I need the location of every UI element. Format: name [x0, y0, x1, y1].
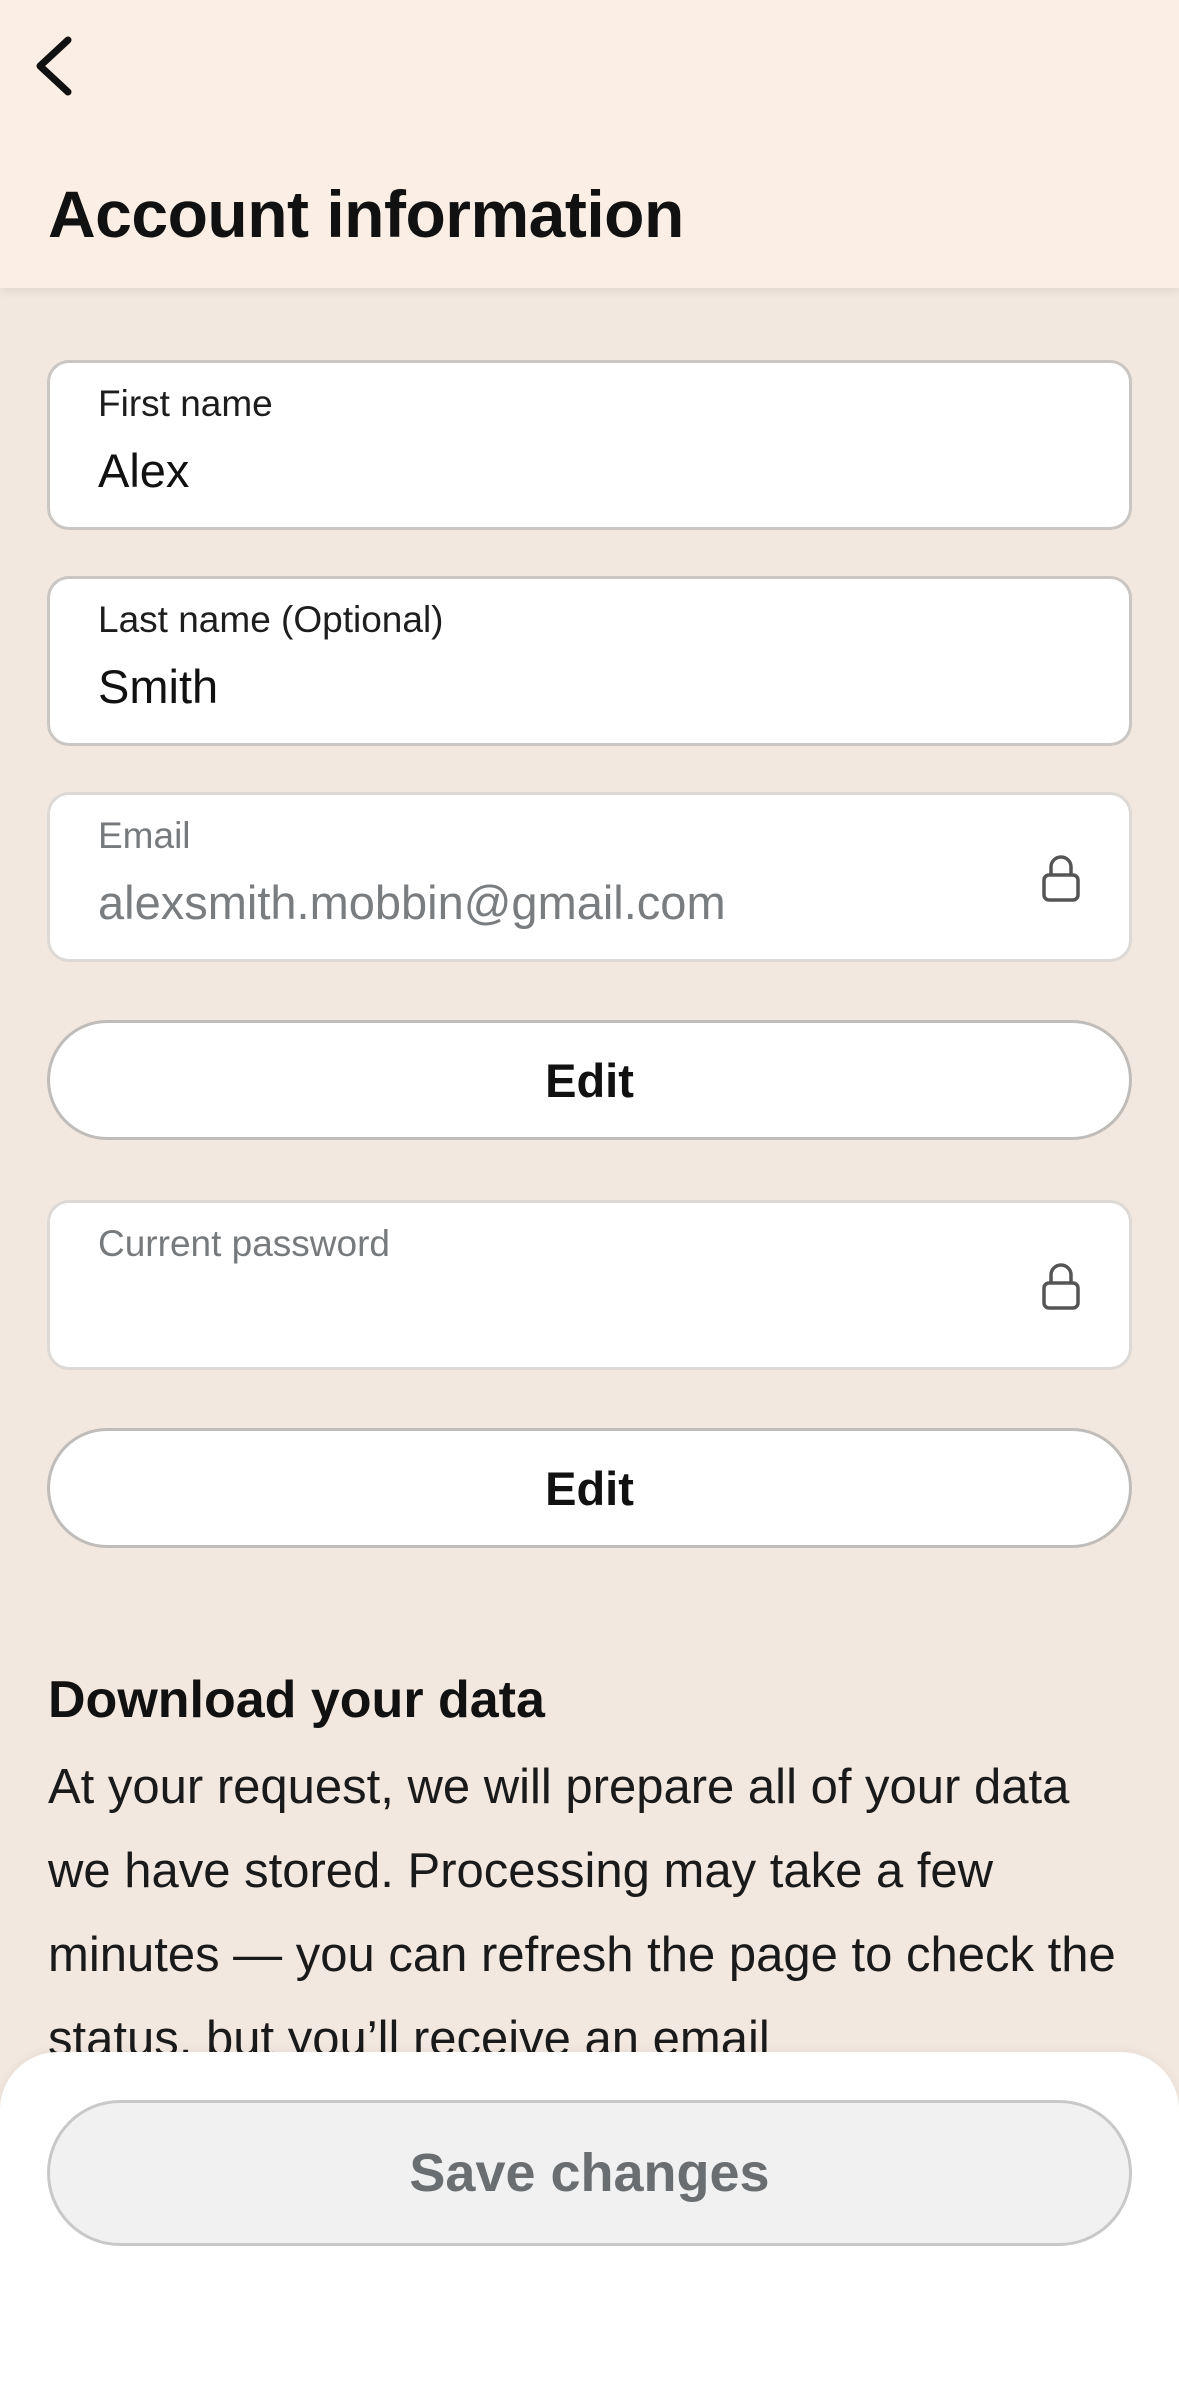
email-value: alexsmith.mobbin@gmail.com: [98, 876, 726, 929]
last-name-value[interactable]: Smith: [98, 659, 218, 714]
lock-icon: [1042, 1263, 1080, 1310]
download-data-description: At your request, we will prepare all of …: [48, 1760, 1116, 2066]
header: Account information: [0, 0, 1179, 288]
email-field: Email alexsmith.mobbin@gmail.com: [47, 792, 1132, 962]
bottom-action-bar: Save changes: [0, 2052, 1179, 2396]
current-password-field: Current password: [47, 1200, 1132, 1370]
page-title: Account information: [48, 177, 684, 251]
last-name-field[interactable]: Last name (Optional) Smith: [47, 576, 1132, 746]
edit-email-button[interactable]: Edit: [47, 1020, 1132, 1140]
download-data-heading: Download your data: [48, 1671, 545, 1729]
save-changes-button[interactable]: Save changes: [47, 2100, 1132, 2246]
last-name-label: Last name (Optional): [98, 599, 444, 640]
first-name-label: First name: [98, 383, 273, 424]
back-button[interactable]: [18, 30, 90, 102]
lock-icon: [1042, 855, 1080, 902]
email-label: Email: [98, 815, 191, 856]
chevron-left-icon: [36, 36, 72, 96]
edit-password-button[interactable]: Edit: [47, 1428, 1132, 1548]
first-name-value[interactable]: Alex: [98, 443, 189, 498]
first-name-field[interactable]: First name Alex: [47, 360, 1132, 530]
account-information-screen: Account information First name Alex Last…: [0, 0, 1179, 2396]
current-password-label: Current password: [98, 1223, 391, 1264]
